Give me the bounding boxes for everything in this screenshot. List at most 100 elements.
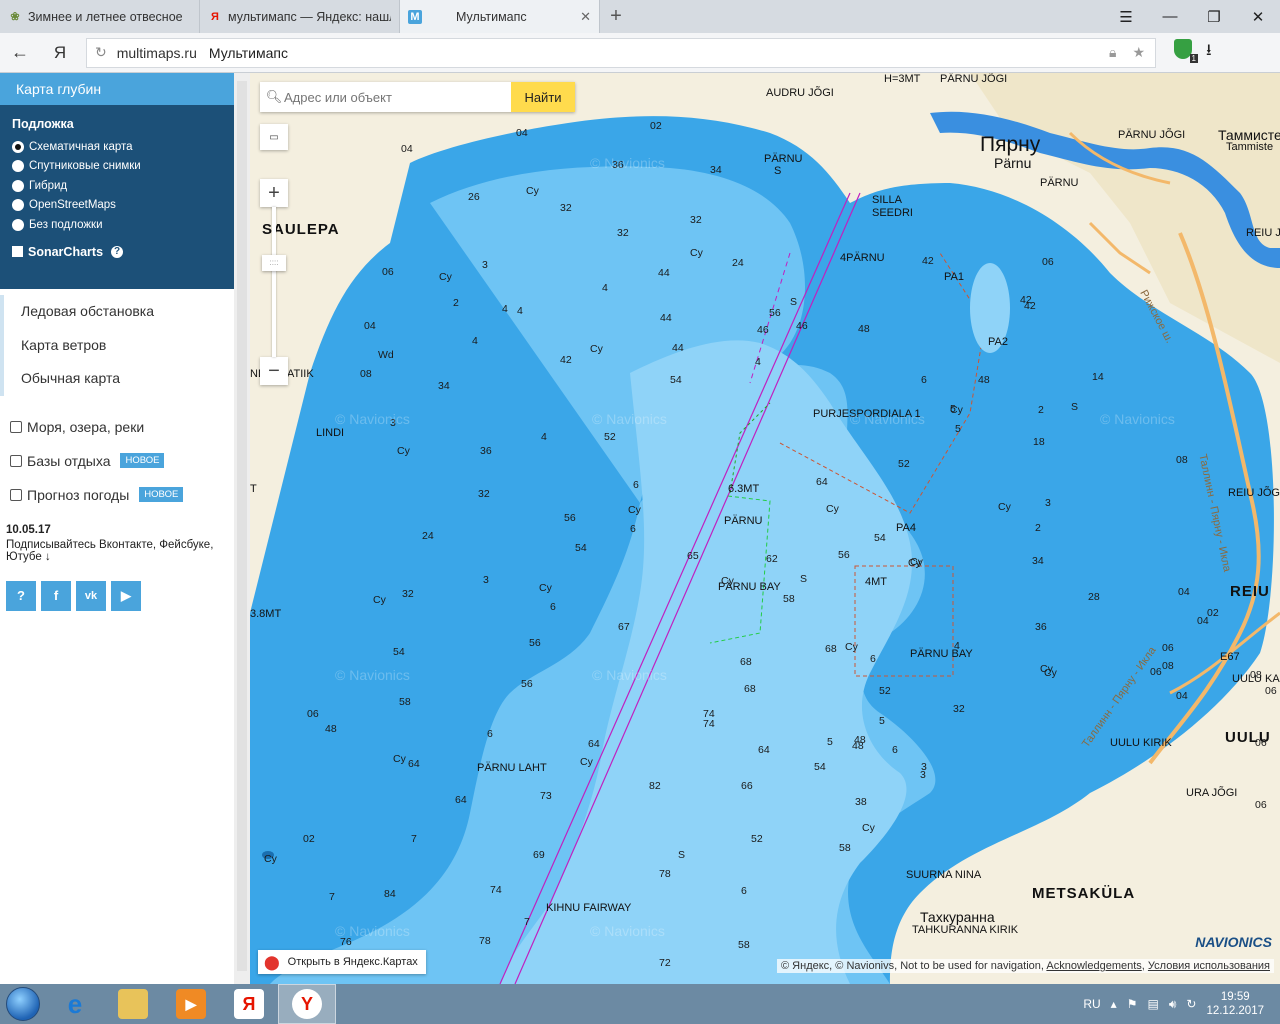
depth-sounding: S: [800, 573, 808, 585]
download-icon[interactable]: ⭳: [1206, 39, 1212, 66]
open-in-yandex-maps[interactable]: ⬤ Открыть в Яндекс.Картах: [258, 950, 426, 974]
depth-sounding: 68: [740, 656, 752, 668]
minimize-icon[interactable]: —: [1148, 0, 1192, 33]
depth-sounding: 4: [502, 303, 508, 315]
navionics-watermark: © Navionics: [592, 667, 667, 683]
category-weather[interactable]: Прогноз погоды НОВОЕ: [0, 478, 234, 512]
sidebar-scrollbar[interactable]: [234, 73, 250, 984]
reload-icon[interactable]: ↻: [95, 44, 107, 61]
map-label-uulu-kirik: UULU KIRIK: [1110, 737, 1172, 749]
basemap-option-hybrid[interactable]: Гибрид: [12, 176, 222, 196]
acknowledgements-link[interactable]: Acknowledgements: [1046, 960, 1141, 972]
language-indicator[interactable]: RU: [1083, 997, 1100, 1011]
url-field[interactable]: ↻ multimaps.ru Мультимапс 🔒︎ ★: [86, 37, 1156, 68]
restore-icon[interactable]: ❐: [1192, 0, 1236, 33]
bookmark-star-icon[interactable]: ★: [1132, 44, 1145, 61]
basemap-option-satellite[interactable]: Спутниковые снимки: [12, 157, 222, 177]
depth-sounding: 7: [411, 833, 417, 845]
taskbar-yandex[interactable]: Y: [278, 984, 336, 1024]
taskbar-ie[interactable]: e: [46, 984, 104, 1024]
facebook-icon[interactable]: f: [41, 580, 71, 611]
link-normal-map[interactable]: Обычная карта: [0, 362, 234, 396]
yandex-logo-icon[interactable]: Я: [40, 33, 80, 73]
link-ice[interactable]: Ледовая обстановка: [0, 295, 234, 329]
radio-icon[interactable]: [12, 160, 24, 173]
taskbar-media[interactable]: ▶: [162, 984, 220, 1024]
taskbar-yandex-browser[interactable]: Я: [220, 984, 278, 1024]
back-arrow-icon[interactable]: ←: [0, 33, 40, 73]
depth-sounding: Cy: [628, 504, 641, 516]
yandex-y-icon: Y: [292, 989, 322, 1019]
protect-shield-icon[interactable]: 1: [1174, 39, 1198, 63]
tab-3[interactable]: M Мультимапс ✕: [400, 0, 600, 33]
zoom-in-button[interactable]: +: [260, 179, 288, 207]
start-button[interactable]: [0, 984, 46, 1024]
depth-sounding: 2: [1038, 404, 1044, 416]
new-tab-button[interactable]: +: [600, 0, 632, 33]
depth-sounding: 5: [955, 423, 961, 435]
menu-icon[interactable]: ☰: [1104, 0, 1148, 33]
sidebar-header[interactable]: Карта глубин: [0, 73, 234, 105]
depth-sounding: 34: [710, 164, 722, 176]
map-canvas: [250, 73, 1280, 984]
tab-1-title: Зимнее и летнее отвесное: [28, 9, 183, 24]
depth-sounding: 6: [892, 744, 898, 756]
category-recreation[interactable]: Базы отдыха НОВОЕ: [0, 444, 234, 478]
network-icon[interactable]: ▤: [1147, 997, 1158, 1011]
zoom-slider-knob[interactable]: ::::: [262, 255, 286, 271]
system-tray: RU ▴ ⚑ ▤ 🔊︎ ↻ 19:59 12.12.2017: [1083, 990, 1280, 1018]
map-label-mt38: 3.8MT: [250, 608, 282, 620]
zoom-out-button[interactable]: −: [260, 357, 288, 385]
depth-sounding: 14: [1092, 371, 1104, 383]
lock-icon[interactable]: 🔒︎: [1109, 44, 1116, 61]
copyright: © Яндекс, © Navionivs, Not to be used fo…: [777, 959, 1274, 973]
search-input[interactable]: [284, 89, 510, 105]
basemap-option-label: Схематичная карта: [29, 140, 133, 153]
close-tab-icon[interactable]: ✕: [580, 9, 591, 25]
radio-icon[interactable]: [12, 140, 24, 153]
sync-icon[interactable]: ↻: [1186, 997, 1196, 1011]
youtube-icon[interactable]: ▶: [111, 580, 141, 611]
ruler-icon[interactable]: ▭: [260, 124, 288, 150]
sonarcharts-toggle[interactable]: SonarCharts ?: [12, 245, 222, 259]
tab-1[interactable]: ❀ Зимнее и летнее отвесное: [0, 0, 200, 33]
radio-icon[interactable]: [12, 199, 24, 212]
radio-icon[interactable]: [12, 218, 24, 231]
depth-sounding: 34: [438, 380, 450, 392]
depth-sounding: 6: [921, 374, 927, 386]
volume-icon[interactable]: 🔊︎: [1169, 997, 1177, 1012]
tray-expand-icon[interactable]: ▴: [1111, 997, 1117, 1011]
help-icon[interactable]: ?: [111, 245, 124, 258]
link-wind[interactable]: Карта ветров: [0, 328, 234, 362]
category-label: Прогноз погоды: [27, 486, 130, 503]
taskbar-explorer[interactable]: [104, 984, 162, 1024]
basemap-option-schematic[interactable]: Схематичная карта: [12, 137, 222, 157]
basemap-option-osm[interactable]: OpenStreetMaps: [12, 196, 222, 216]
category-seas[interactable]: Моря, озера, реки: [0, 410, 234, 444]
radio-icon[interactable]: [12, 179, 24, 192]
help-social-icon[interactable]: ?: [6, 580, 36, 611]
zoom-slider[interactable]: ::::: [262, 207, 286, 357]
basemap-option-none[interactable]: Без подложки: [12, 215, 222, 235]
depth-sounding: 6: [633, 479, 639, 491]
vk-icon[interactable]: vk: [76, 580, 106, 611]
clock[interactable]: 19:59 12.12.2017: [1206, 990, 1264, 1018]
terms-link[interactable]: Условия использования: [1148, 960, 1270, 972]
taskbar: e ▶ Я Y RU ▴ ⚑ ▤ 🔊︎ ↻ 19:59 12.12.2017: [0, 984, 1280, 1024]
tab-2[interactable]: Я мультимапс — Яндекс: нашлось: [200, 0, 400, 33]
depth-sounding: 58: [399, 696, 411, 708]
map-label-suurna-nina: SUURNA NINA: [906, 869, 982, 881]
scroll-thumb[interactable]: [237, 81, 247, 971]
depth-sounding: 08: [1162, 660, 1174, 672]
action-center-icon[interactable]: ⚑: [1127, 997, 1138, 1011]
find-button[interactable]: Найти: [511, 82, 575, 112]
sidebar: Карта глубин Подложка Схематичная карта …: [0, 73, 234, 984]
depth-map[interactable]: SAULEPA Пярну Pärnu PÄRNU AUDRU JÕGI H=3MT PÄR…: [250, 73, 1280, 984]
close-window-icon[interactable]: ✕: [1236, 0, 1280, 33]
depth-sounding: 04: [1197, 615, 1209, 627]
sonarcharts-checkbox[interactable]: [12, 246, 23, 257]
depth-sounding: 56: [838, 549, 850, 561]
depth-sounding: 3: [483, 574, 489, 586]
multimaps-favicon-icon: M: [408, 9, 422, 24]
depth-sounding: 44: [672, 342, 684, 354]
